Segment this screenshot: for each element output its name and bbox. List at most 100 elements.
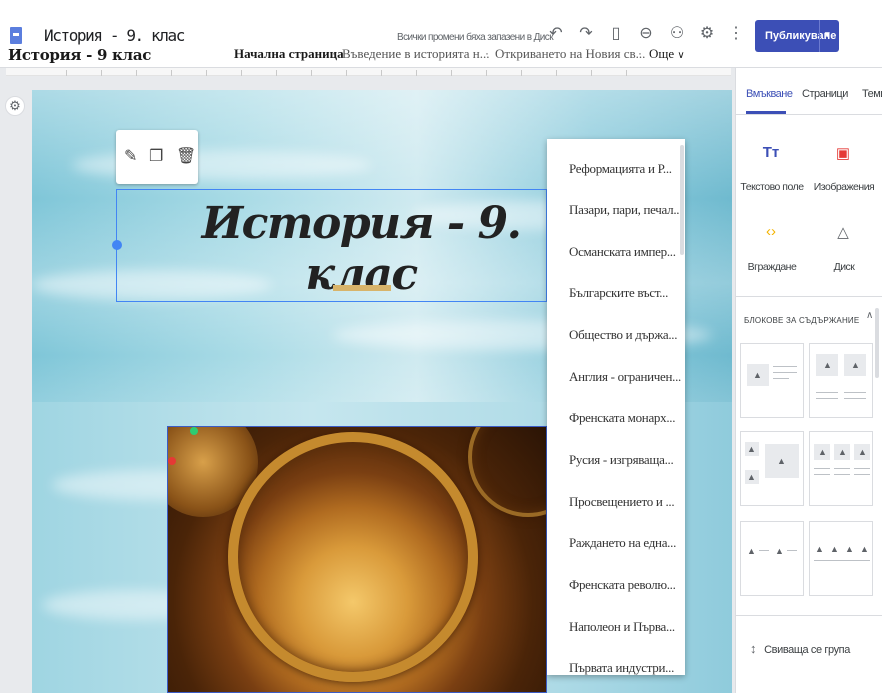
text-box-icon[interactable]: Tт: [761, 144, 781, 161]
menu-item[interactable]: Просвещението и ...: [569, 494, 675, 510]
text-line: [759, 550, 769, 551]
nav-item-new-world[interactable]: Откриването на Новия св...: [495, 46, 645, 62]
document-title[interactable]: История - 9. клас: [44, 26, 185, 45]
insert-embed[interactable]: Вграждане: [736, 261, 808, 273]
publish-dropdown-icon[interactable]: ▾: [825, 29, 830, 40]
image-icon: ▲: [775, 546, 784, 556]
content-blocks-header: БЛОКОВЕ ЗА СЪДЪРЖАНИЕ: [744, 316, 860, 325]
preview-icon[interactable]: ▯: [606, 24, 626, 44]
more-icon[interactable]: ⋮: [726, 24, 746, 44]
tab-themes[interactable]: Теми: [862, 88, 882, 100]
insert-images[interactable]: Изображения: [808, 181, 880, 193]
drive-icon[interactable]: △: [833, 223, 853, 241]
menu-item[interactable]: Общество и държа...: [569, 327, 678, 343]
menu-item[interactable]: Първата индустри...: [569, 660, 674, 675]
nav-item-more[interactable]: Още ∨: [649, 46, 685, 62]
image-icon: ▲: [851, 360, 860, 370]
text-line: [834, 468, 850, 469]
edit-toolbar: ✎ ❐ 🗑: [116, 130, 198, 184]
share-icon[interactable]: ⚇: [667, 24, 687, 44]
tab-divider: [736, 114, 882, 115]
image-icon: ▲: [860, 544, 869, 554]
layout-block[interactable]: ▲ ▲ ▲: [740, 431, 804, 506]
chevron-up-icon[interactable]: ∧: [866, 310, 873, 321]
undo-icon[interactable]: ↶: [546, 24, 566, 44]
text-line: [773, 378, 789, 379]
menu-scrollbar[interactable]: [680, 145, 684, 255]
copy-icon[interactable]: ❐: [149, 146, 163, 166]
more-pages-menu: Реформацията и Р... Пазари, пари, печал.…: [547, 139, 685, 675]
ruler: [6, 68, 731, 76]
resize-handle[interactable]: [112, 240, 122, 250]
layout-block[interactable]: ▲ ▲ ▲ ▲: [809, 521, 873, 596]
menu-item[interactable]: Пазари, пари, печал...: [569, 202, 682, 218]
insert-text-box[interactable]: Текстово поле: [736, 181, 808, 193]
menu-item[interactable]: Османската импер...: [569, 244, 676, 260]
resize-handle-top[interactable]: [190, 427, 198, 435]
image-icon[interactable]: ▣: [833, 144, 853, 162]
image-icon: ▲: [753, 370, 762, 380]
embed-icon[interactable]: ‹›: [761, 223, 781, 240]
image-icon: ▲: [777, 456, 786, 466]
image-icon: ▲: [830, 544, 839, 554]
redo-icon[interactable]: ↷: [576, 24, 596, 44]
side-panel: Вмъкване Страници Теми Tт Текстово поле …: [735, 68, 882, 693]
text-line: [844, 398, 866, 399]
settings-icon[interactable]: ⚙: [697, 24, 717, 44]
menu-item[interactable]: Българските въст...: [569, 285, 668, 301]
layout-block[interactable]: ▲ ▲: [740, 521, 804, 596]
menu-item[interactable]: Русия - изгряваща...: [569, 452, 674, 468]
site-name[interactable]: История - 9 клас: [8, 46, 151, 64]
text-line: [844, 392, 866, 393]
text-line: [773, 372, 797, 373]
text-line: [816, 392, 838, 393]
text-line: [773, 366, 797, 367]
map-compass-rose: [468, 427, 546, 517]
text-line: [787, 550, 797, 551]
magnifier-ring: [228, 432, 478, 682]
menu-item[interactable]: Англия - ограничен...: [569, 369, 681, 385]
text-line: [816, 398, 838, 399]
publish-separator: [819, 20, 820, 52]
nav-item-intro[interactable]: Въведение в историята н...: [342, 46, 490, 62]
save-status: Всички промени бяха запазени в Диск: [397, 32, 554, 43]
tab-pages[interactable]: Страници: [802, 88, 848, 100]
menu-item[interactable]: Френската револю...: [569, 577, 676, 593]
image-icon: ▲: [747, 444, 756, 454]
text-line: [814, 468, 830, 469]
insert-drive[interactable]: Диск: [808, 261, 880, 273]
heading-underline: [333, 285, 391, 291]
text-line: [814, 560, 870, 561]
collapse-group-icon: ↕: [750, 641, 757, 656]
marker-dot: [168, 457, 176, 465]
text-line: [854, 474, 870, 475]
text-line: [814, 474, 830, 475]
tab-insert[interactable]: Вмъкване: [746, 88, 793, 100]
page-settings-icon[interactable]: ⚙: [5, 96, 25, 116]
image-icon: ▲: [747, 472, 756, 482]
nav-more-label: Още: [649, 46, 675, 61]
link-icon[interactable]: ⊖: [636, 24, 656, 44]
publish-button[interactable]: Публикуване ▾: [755, 20, 839, 52]
pencil-icon[interactable]: ✎: [124, 146, 137, 166]
section-divider: [736, 615, 882, 616]
menu-item[interactable]: Наполеон и Първа...: [569, 619, 675, 635]
image-icon: ▲: [818, 447, 827, 457]
image-icon: ▲: [845, 544, 854, 554]
menu-item[interactable]: Раждането на една...: [569, 535, 676, 551]
image-icon: ▲: [858, 447, 867, 457]
layout-block[interactable]: ▲ ▲ ▲: [809, 431, 873, 506]
nav-item-home[interactable]: Начална страница: [234, 46, 344, 62]
collapsible-group-item[interactable]: ↕ Свиваща се група: [750, 641, 850, 656]
menu-item[interactable]: Френската монарх...: [569, 410, 675, 426]
image-icon: ▲: [838, 447, 847, 457]
delete-icon[interactable]: 🗑: [176, 146, 196, 166]
header-image[interactable]: [167, 426, 547, 693]
panel-scrollbar[interactable]: [875, 308, 879, 378]
image-icon: ▲: [815, 544, 824, 554]
menu-item[interactable]: Реформацията и Р...: [569, 161, 672, 177]
layout-block[interactable]: ▲ ▲: [809, 343, 873, 418]
layout-block[interactable]: ▲: [740, 343, 804, 418]
text-line: [834, 474, 850, 475]
text-line: [854, 468, 870, 469]
